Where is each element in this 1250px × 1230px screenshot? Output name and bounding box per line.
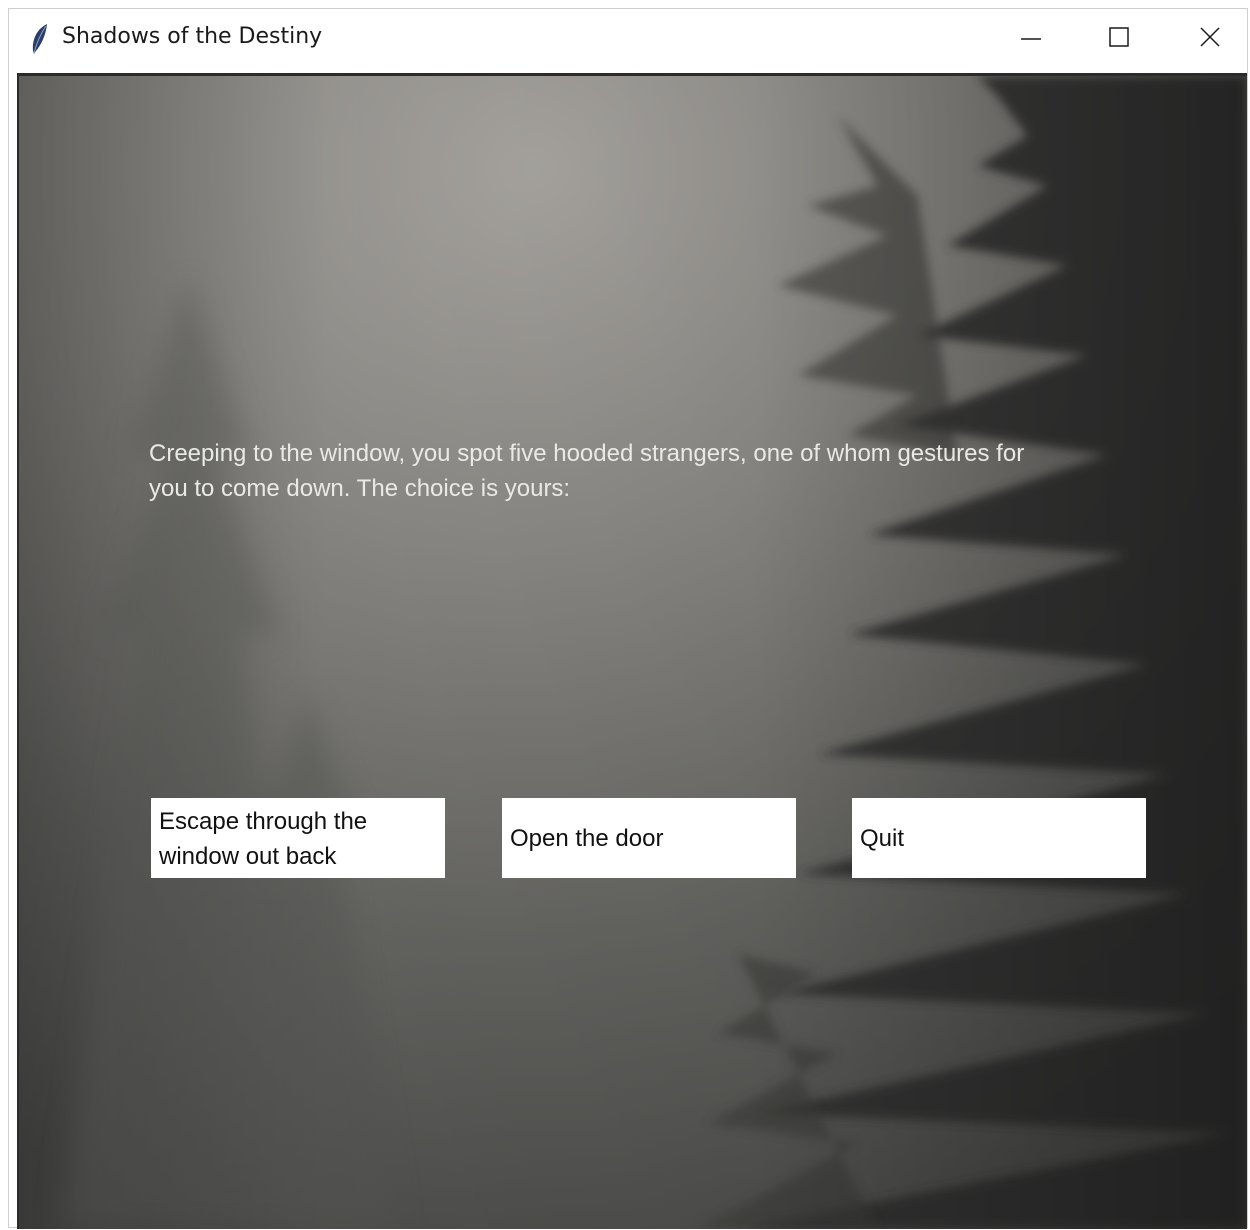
maximize-button[interactable]	[1073, 9, 1165, 69]
minimize-icon	[1021, 38, 1041, 40]
quit-button[interactable]: Quit	[852, 798, 1146, 878]
narration-text: Creeping to the window, you spot five ho…	[149, 440, 1025, 502]
foggy-forest-image	[19, 76, 1247, 1229]
open-door-button[interactable]: Open the door	[502, 798, 796, 878]
close-icon	[1200, 27, 1220, 47]
escape-window-button[interactable]: Escape through the window out back	[151, 798, 445, 878]
title-bar[interactable]: Shadows of the Destiny	[9, 9, 1247, 69]
close-button[interactable]	[1165, 9, 1250, 69]
game-canvas: Creeping to the window, you spot five ho…	[17, 73, 1247, 1229]
game-window: Shadows of the Destiny Creeping to the w…	[8, 8, 1248, 1229]
minimize-button[interactable]	[985, 9, 1077, 69]
maximize-icon	[1109, 27, 1129, 47]
window-title: Shadows of the Destiny	[62, 24, 323, 49]
feather-icon	[32, 24, 47, 54]
